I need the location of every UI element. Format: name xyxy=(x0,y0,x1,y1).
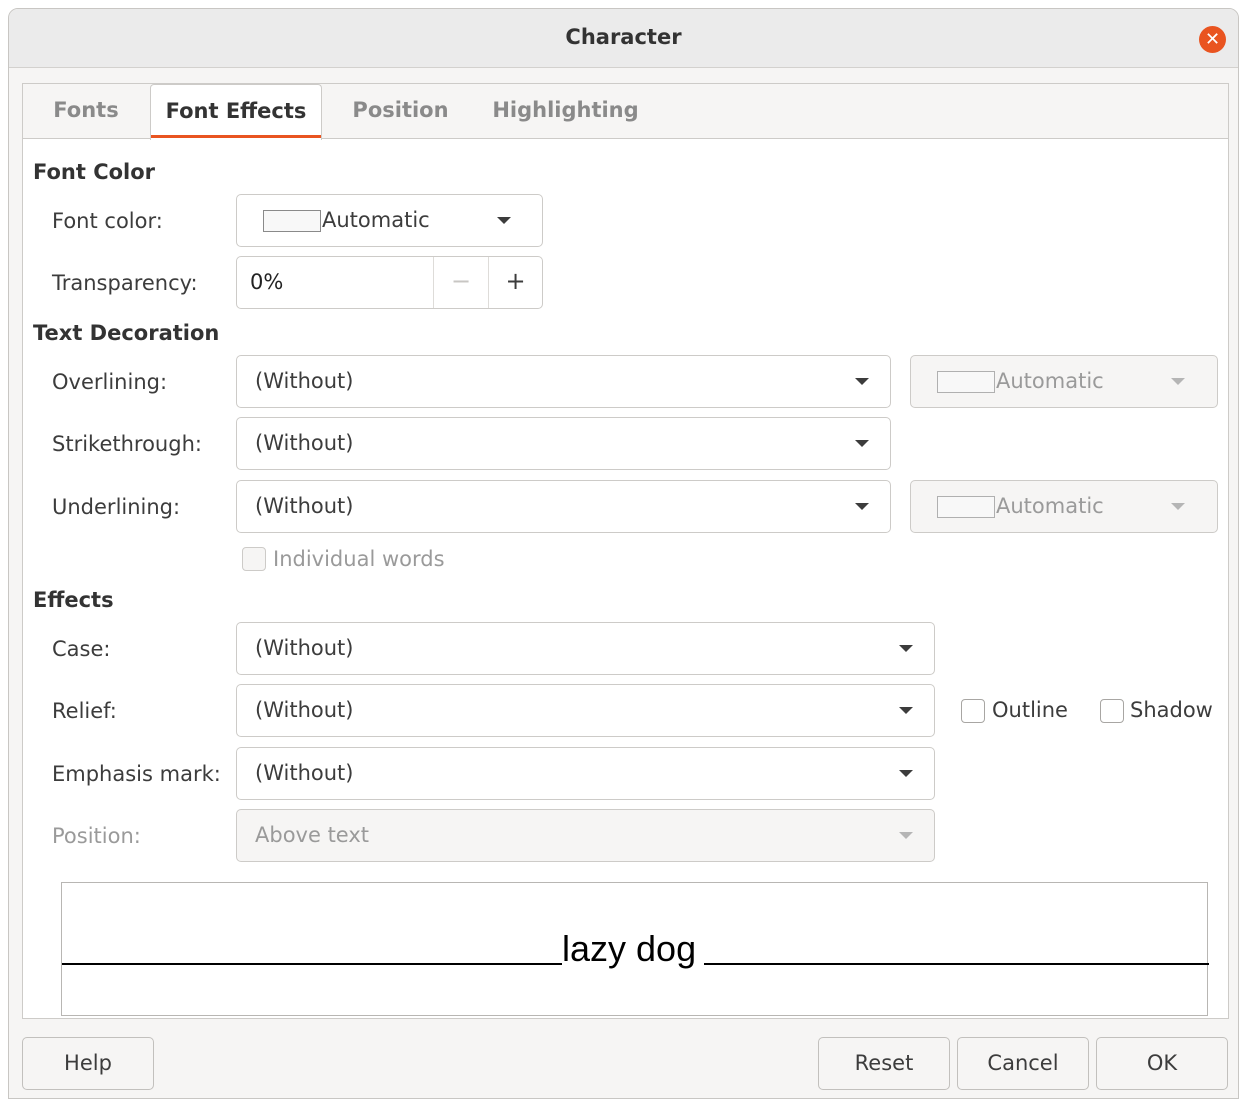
overline-color-value: Automatic xyxy=(996,369,1104,393)
color-swatch xyxy=(937,371,995,393)
transparency-value[interactable]: 0% xyxy=(250,270,283,294)
overline-color-dropdown: Automatic xyxy=(910,355,1218,408)
tab-highlighting[interactable]: Highlighting xyxy=(483,84,648,139)
underline-color-value: Automatic xyxy=(996,494,1104,518)
tab-fonts[interactable]: Fonts xyxy=(37,84,135,139)
chevron-down-icon xyxy=(855,378,869,385)
case-label: Case: xyxy=(52,637,111,661)
overlining-label: Overlining: xyxy=(52,370,168,394)
chevron-down-icon xyxy=(1171,503,1185,510)
shadow-label: Shadow xyxy=(1130,698,1213,722)
minus-icon[interactable]: − xyxy=(433,257,488,308)
outline-label: Outline xyxy=(992,698,1068,722)
dialog-title: Character xyxy=(565,25,682,49)
case-dropdown[interactable]: (Without) xyxy=(236,622,935,675)
relief-value: (Without) xyxy=(255,698,354,722)
chevron-down-icon xyxy=(899,645,913,652)
title-bar: Character ✕ xyxy=(9,9,1238,68)
reset-button[interactable]: Reset xyxy=(818,1037,950,1090)
font-color-dropdown[interactable]: Automatic xyxy=(236,194,543,247)
outline-checkbox[interactable] xyxy=(961,699,985,723)
preview-baseline-right xyxy=(704,963,1209,965)
transparency-label: Transparency: xyxy=(52,271,198,295)
preview-text: lazy dog xyxy=(562,928,697,969)
transparency-spinbox[interactable]: 0% − + xyxy=(236,256,543,309)
emphasis-mark-label: Emphasis mark: xyxy=(52,762,221,786)
underlining-value: (Without) xyxy=(255,494,354,518)
preview-baseline-left xyxy=(62,963,562,965)
position-value: Above text xyxy=(255,823,370,847)
cancel-button[interactable]: Cancel xyxy=(957,1037,1089,1090)
chevron-down-icon xyxy=(899,770,913,777)
emphasis-mark-value: (Without) xyxy=(255,761,354,785)
character-dialog: Character ✕ Fonts Font Effects Position … xyxy=(8,8,1239,1099)
strikethrough-label: Strikethrough: xyxy=(52,432,202,456)
relief-dropdown[interactable]: (Without) xyxy=(236,684,935,737)
text-decoration-heading: Text Decoration xyxy=(33,321,220,345)
individual-words-checkbox[interactable] xyxy=(242,547,266,571)
strikethrough-value: (Without) xyxy=(255,431,354,455)
emphasis-mark-dropdown[interactable]: (Without) xyxy=(236,747,935,800)
strikethrough-dropdown[interactable]: (Without) xyxy=(236,417,891,470)
chevron-down-icon xyxy=(899,707,913,714)
close-icon[interactable]: ✕ xyxy=(1199,26,1226,53)
overlining-value: (Without) xyxy=(255,369,354,393)
font-color-value: Automatic xyxy=(322,208,430,232)
relief-label: Relief: xyxy=(52,699,117,723)
color-swatch xyxy=(263,210,321,232)
individual-words-label: Individual words xyxy=(273,547,445,571)
help-button[interactable]: Help xyxy=(22,1037,154,1090)
tab-bar: Fonts Font Effects Position Highlighting xyxy=(23,84,1228,140)
overlining-dropdown[interactable]: (Without) xyxy=(236,355,891,408)
underlining-dropdown[interactable]: (Without) xyxy=(236,480,891,533)
plus-icon[interactable]: + xyxy=(488,257,542,308)
case-value: (Without) xyxy=(255,636,354,660)
preview-box: lazy dog xyxy=(61,882,1209,1016)
chevron-down-icon xyxy=(1171,378,1185,385)
position-dropdown: Above text xyxy=(236,809,935,862)
tab-font-effects[interactable]: Font Effects xyxy=(150,84,322,140)
ok-button[interactable]: OK xyxy=(1096,1037,1228,1090)
font-color-heading: Font Color xyxy=(33,160,156,184)
underlining-label: Underlining: xyxy=(52,495,181,519)
chevron-down-icon xyxy=(855,503,869,510)
effects-heading: Effects xyxy=(33,588,114,612)
chevron-down-icon xyxy=(855,440,869,447)
font-color-label: Font color: xyxy=(52,209,163,233)
chevron-down-icon xyxy=(899,832,913,839)
tab-position[interactable]: Position xyxy=(343,84,458,139)
color-swatch xyxy=(937,496,995,518)
chevron-down-icon xyxy=(497,217,511,224)
position-label: Position: xyxy=(52,824,141,848)
tab-panel: Fonts Font Effects Position Highlighting… xyxy=(22,83,1229,1019)
shadow-checkbox[interactable] xyxy=(1100,699,1124,723)
underline-color-dropdown: Automatic xyxy=(910,480,1218,533)
